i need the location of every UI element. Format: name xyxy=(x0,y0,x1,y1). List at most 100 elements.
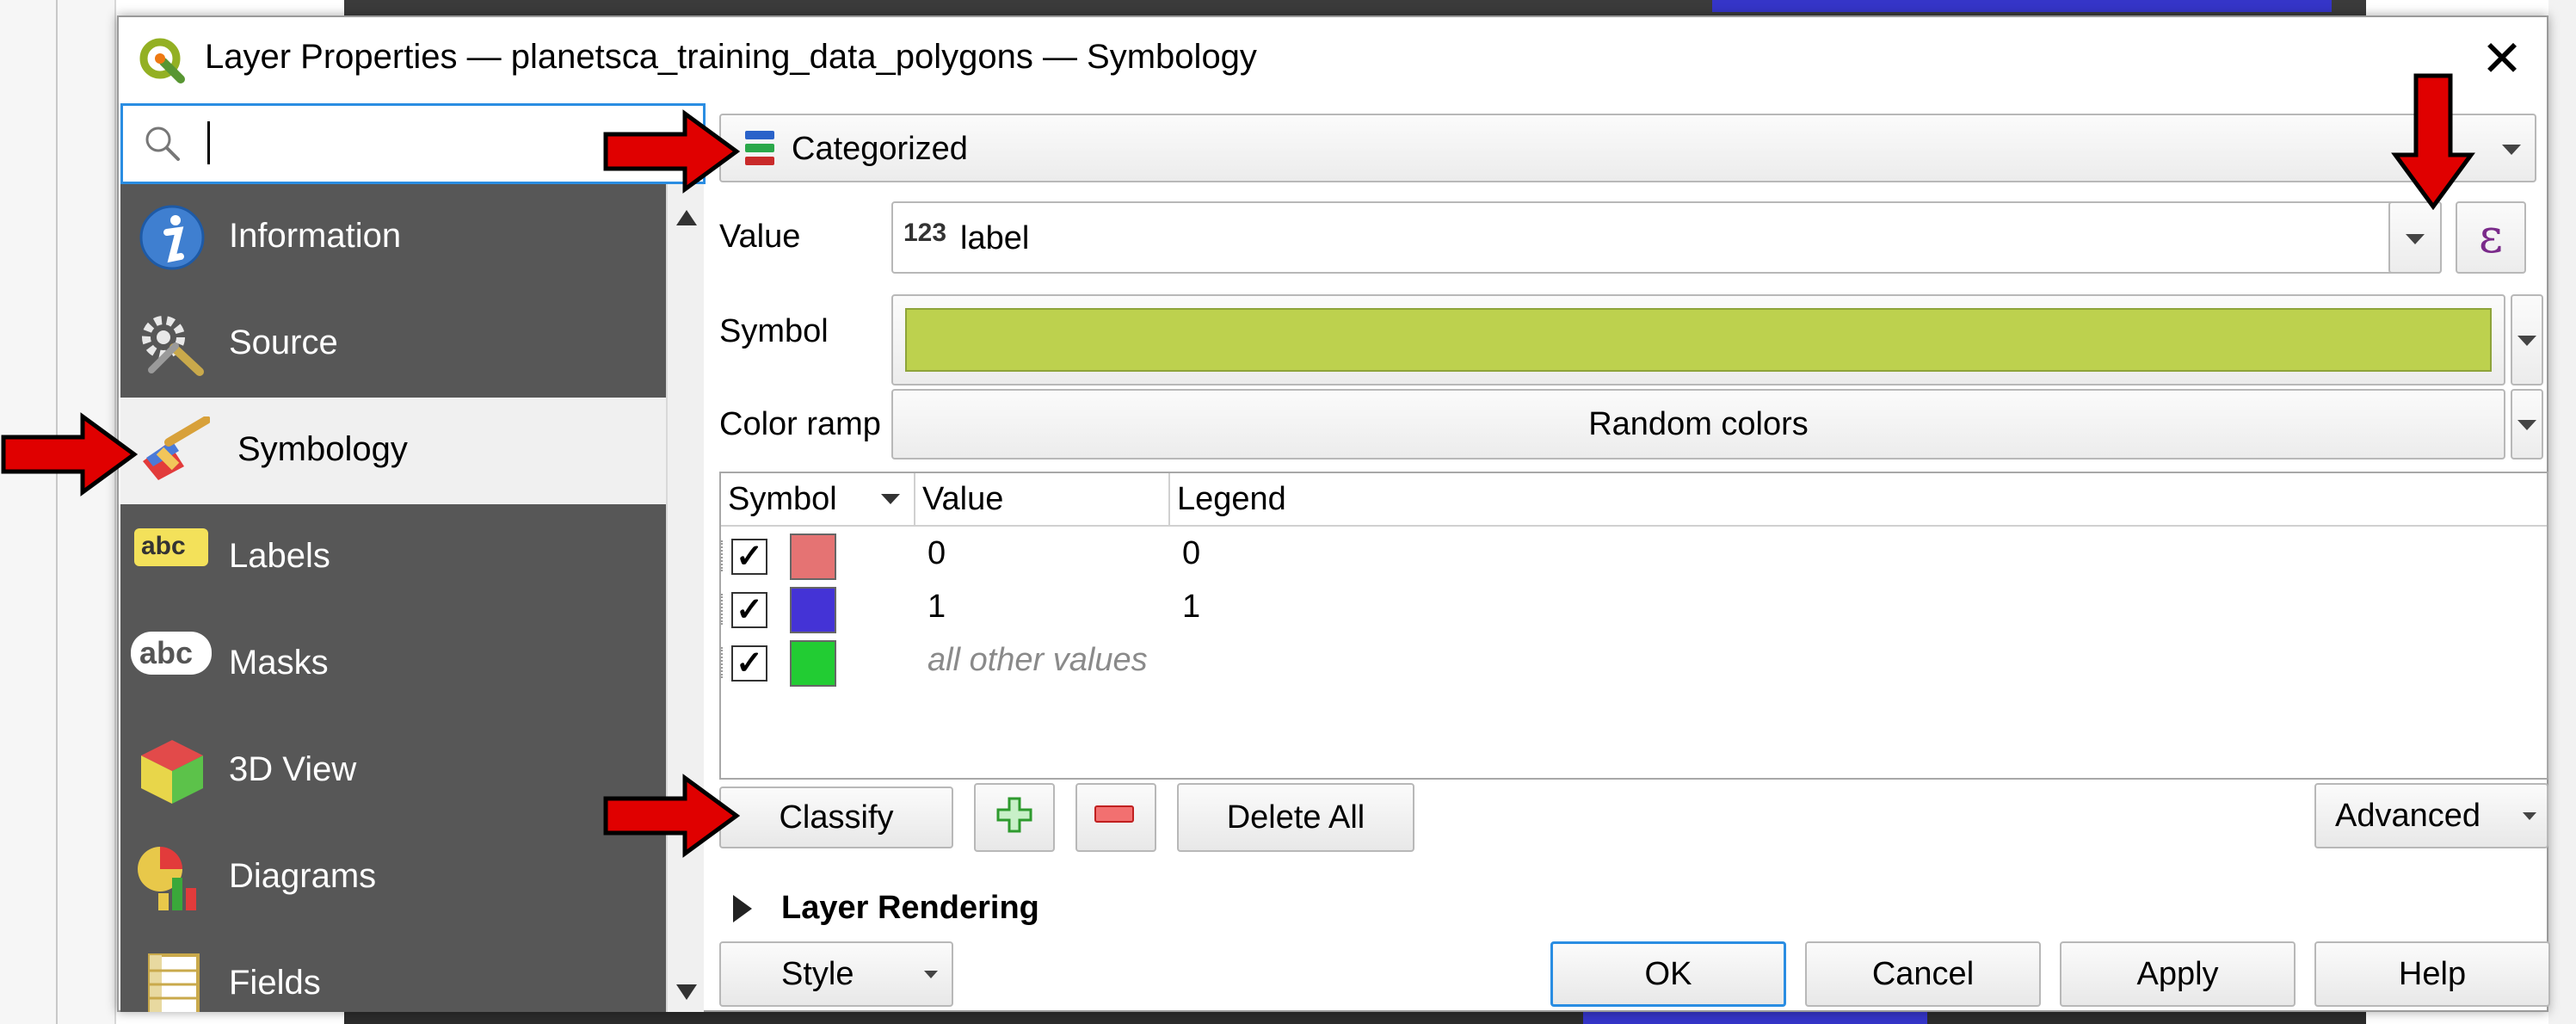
delete-all-button[interactable]: Delete All xyxy=(1177,783,1414,852)
sidebar-item-label: Labels xyxy=(229,537,330,575)
map-polygon-top xyxy=(1712,0,2332,12)
chevron-down-icon xyxy=(2517,420,2536,430)
integer-type-icon: 123 xyxy=(903,219,947,247)
background-window-left xyxy=(0,0,116,1024)
category-checkbox[interactable]: ✓ xyxy=(731,592,767,628)
sidebar-item-masks[interactable]: abc Masks xyxy=(120,611,666,718)
sidebar-item-label: Diagrams xyxy=(229,857,377,895)
background-divider xyxy=(56,0,58,1024)
table-row[interactable]: ✓ 0 0 xyxy=(721,528,2547,582)
color-ramp-label: Color ramp xyxy=(719,406,881,442)
column-header-legend[interactable]: Legend xyxy=(1170,473,2547,527)
category-checkbox[interactable]: ✓ xyxy=(731,539,767,575)
sidebar-item-fields[interactable]: Fields xyxy=(120,931,666,1012)
minus-icon xyxy=(1094,805,1134,823)
classify-button[interactable]: Classify xyxy=(719,787,953,848)
chevron-down-icon xyxy=(2517,336,2536,346)
sidebar-item-label: Masks xyxy=(229,644,329,682)
category-checkbox[interactable]: ✓ xyxy=(731,645,767,682)
drag-handle-icon[interactable] xyxy=(721,540,726,571)
sidebar-item-label: Information xyxy=(229,217,402,255)
qgis-logo-icon xyxy=(139,38,185,83)
fields-icon xyxy=(148,953,200,1012)
category-legend: 1 xyxy=(1182,589,1201,625)
sidebar-item-symbology[interactable]: Symbology xyxy=(120,398,666,504)
sidebar-item-source[interactable]: Source xyxy=(120,291,666,398)
plus-icon xyxy=(996,797,1032,833)
close-button[interactable]: ✕ xyxy=(2471,29,2533,91)
renderer-type-select[interactable]: Categorized xyxy=(719,114,2536,182)
annotation-arrow-value-dropdown xyxy=(2391,73,2475,210)
sidebar-item-label: 3D View xyxy=(229,750,357,788)
sidebar: Information Source Symbology abc Labels … xyxy=(120,184,666,1012)
color-ramp-dropdown-button[interactable] xyxy=(2511,389,2543,460)
expression-button[interactable]: ε xyxy=(2456,201,2526,274)
categories-table[interactable]: Symbol Value Legend ✓ 0 0 ✓ 1 1 ✓ all ot… xyxy=(719,472,2548,780)
column-header-text: Value xyxy=(922,481,1004,517)
sidebar-item-3d-view[interactable]: 3D View xyxy=(120,718,666,824)
symbology-icon xyxy=(143,416,210,480)
value-field-select[interactable]: 123 label xyxy=(891,201,2442,274)
column-header-value[interactable]: Value xyxy=(915,473,1170,527)
value-label: Value xyxy=(719,219,801,255)
remove-category-button[interactable] xyxy=(1075,783,1156,852)
category-color-swatch[interactable] xyxy=(790,534,836,580)
table-row[interactable]: ✓ all other values xyxy=(721,635,2547,688)
advanced-menu-button[interactable]: Advanced xyxy=(2314,783,2548,848)
category-color-swatch[interactable] xyxy=(790,640,836,687)
symbol-dropdown-button[interactable] xyxy=(2511,294,2543,386)
information-icon xyxy=(139,205,205,270)
background-window-right xyxy=(2548,0,2576,1024)
annotation-arrow-symbology xyxy=(1,412,138,497)
layer-properties-dialog: Layer Properties — planetsca_training_da… xyxy=(117,15,2550,1012)
chevron-down-icon xyxy=(2502,145,2521,155)
sidebar-item-label: Source xyxy=(229,324,338,361)
chevron-down-icon xyxy=(924,971,938,978)
sidebar-item-information[interactable]: Information xyxy=(120,184,666,291)
labels-icon: abc xyxy=(134,528,208,566)
search-icon xyxy=(145,126,180,161)
symbol-button[interactable] xyxy=(891,294,2505,386)
category-value: all other values xyxy=(927,642,1148,678)
scroll-down-arrow-icon[interactable] xyxy=(676,984,697,1000)
cancel-button[interactable]: Cancel xyxy=(1805,941,2041,1007)
table-row[interactable]: ✓ 1 1 xyxy=(721,582,2547,635)
diagrams-icon xyxy=(138,847,196,910)
column-header-text: Legend xyxy=(1177,481,1286,517)
style-menu-button[interactable]: Style xyxy=(719,941,953,1007)
symbol-color-swatch xyxy=(905,308,2492,372)
style-label: Style xyxy=(781,956,854,992)
value-field-text: label xyxy=(960,220,1030,256)
sort-indicator-icon xyxy=(881,494,900,504)
sidebar-item-diagrams[interactable]: Diagrams xyxy=(120,824,666,931)
chevron-down-icon xyxy=(2406,234,2425,244)
layer-rendering-section[interactable]: Layer Rendering xyxy=(781,890,1039,927)
scroll-up-arrow-icon[interactable] xyxy=(676,210,697,225)
value-field-dropdown-button[interactable] xyxy=(2388,201,2442,274)
help-button[interactable]: Help xyxy=(2314,941,2550,1007)
category-value: 1 xyxy=(927,589,946,625)
drag-handle-icon[interactable] xyxy=(721,594,726,625)
color-ramp-button[interactable]: Random colors xyxy=(891,389,2505,460)
text-caret xyxy=(207,121,210,164)
map-polygon-bottom xyxy=(1583,1012,1927,1024)
add-category-button[interactable] xyxy=(974,783,1055,852)
masks-icon-text: abc xyxy=(139,635,194,670)
category-legend: 0 xyxy=(1182,535,1201,571)
sidebar-item-label: Symbology xyxy=(237,430,408,468)
drag-handle-icon[interactable] xyxy=(721,647,726,678)
apply-button[interactable]: Apply xyxy=(2060,941,2296,1007)
source-icon xyxy=(142,316,204,376)
chevron-down-icon xyxy=(2523,812,2536,820)
annotation-arrow-renderer xyxy=(603,109,740,194)
masks-icon: abc xyxy=(131,632,212,675)
ok-button[interactable]: OK xyxy=(1550,941,1786,1007)
expand-triangle-icon[interactable] xyxy=(733,895,752,922)
categorized-renderer-icon xyxy=(745,131,774,165)
sidebar-item-labels[interactable]: abc Labels xyxy=(120,504,666,611)
category-color-swatch[interactable] xyxy=(790,587,836,633)
3d-view-icon xyxy=(141,740,203,804)
sidebar-scrollbar[interactable] xyxy=(666,184,704,1012)
column-header-text: Symbol xyxy=(728,481,837,517)
sidebar-item-label: Fields xyxy=(229,964,321,1002)
